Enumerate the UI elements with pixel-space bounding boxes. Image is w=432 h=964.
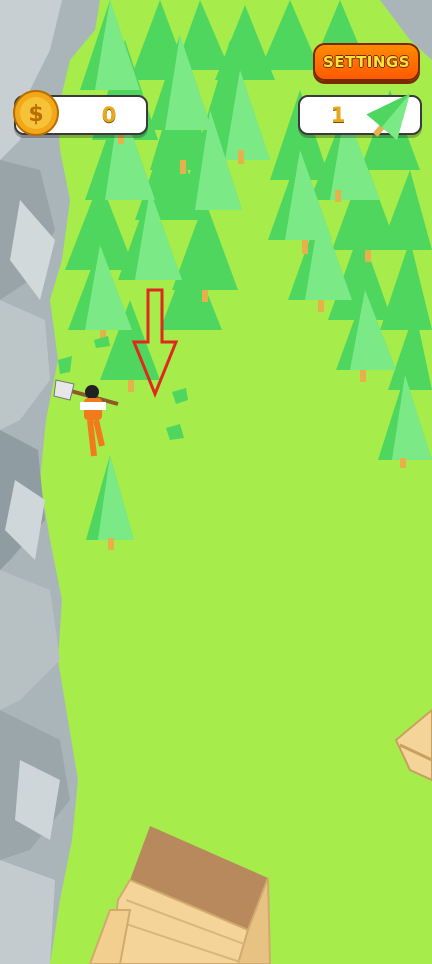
settings-button[interactable]: SETTINGS (313, 43, 420, 81)
dollar-coin-icon: $ (13, 90, 59, 136)
pine-tree-icon (366, 93, 410, 141)
svg-text:$: $ (28, 102, 43, 127)
coin-count: 0 (101, 103, 117, 127)
tree-count: 1 (330, 103, 346, 127)
settings-label: SETTINGS (322, 53, 411, 71)
